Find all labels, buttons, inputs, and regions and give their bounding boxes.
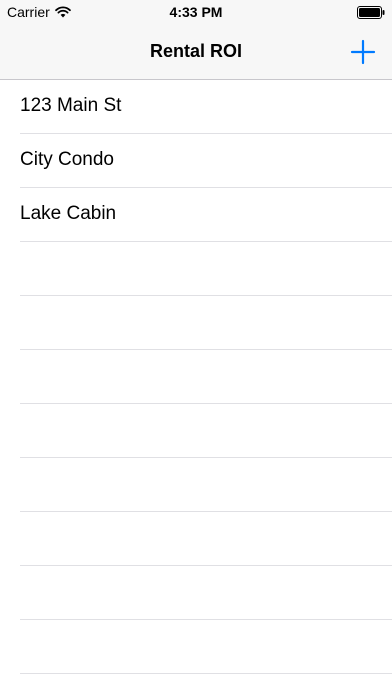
property-row[interactable]: 123 Main St	[0, 80, 392, 134]
property-label: 123 Main St	[20, 95, 122, 116]
empty-row	[0, 458, 392, 512]
empty-row	[0, 242, 392, 296]
status-time: 4:33 PM	[169, 4, 223, 20]
status-right	[357, 6, 385, 19]
add-property-button[interactable]	[348, 37, 378, 67]
property-list: 123 Main St City Condo Lake Cabin	[0, 80, 392, 696]
empty-row	[0, 350, 392, 404]
property-label: Lake Cabin	[20, 203, 117, 224]
empty-row	[0, 404, 392, 458]
screen: Carrier 4:33 PM Rental ROI 123 Main St C…	[0, 0, 392, 696]
empty-row	[0, 296, 392, 350]
status-bar: Carrier 4:33 PM	[0, 0, 392, 26]
nav-title: Rental ROI	[149, 41, 242, 61]
property-row[interactable]: Lake Cabin	[0, 188, 392, 242]
property-row[interactable]: City Condo	[0, 134, 392, 188]
navigation-bar: Rental ROI	[0, 26, 392, 80]
plus-icon	[350, 39, 376, 65]
empty-row	[0, 674, 392, 696]
battery-icon	[357, 6, 385, 19]
property-label: City Condo	[20, 149, 114, 170]
empty-row	[0, 512, 392, 566]
empty-row	[0, 620, 392, 674]
empty-row	[0, 566, 392, 620]
